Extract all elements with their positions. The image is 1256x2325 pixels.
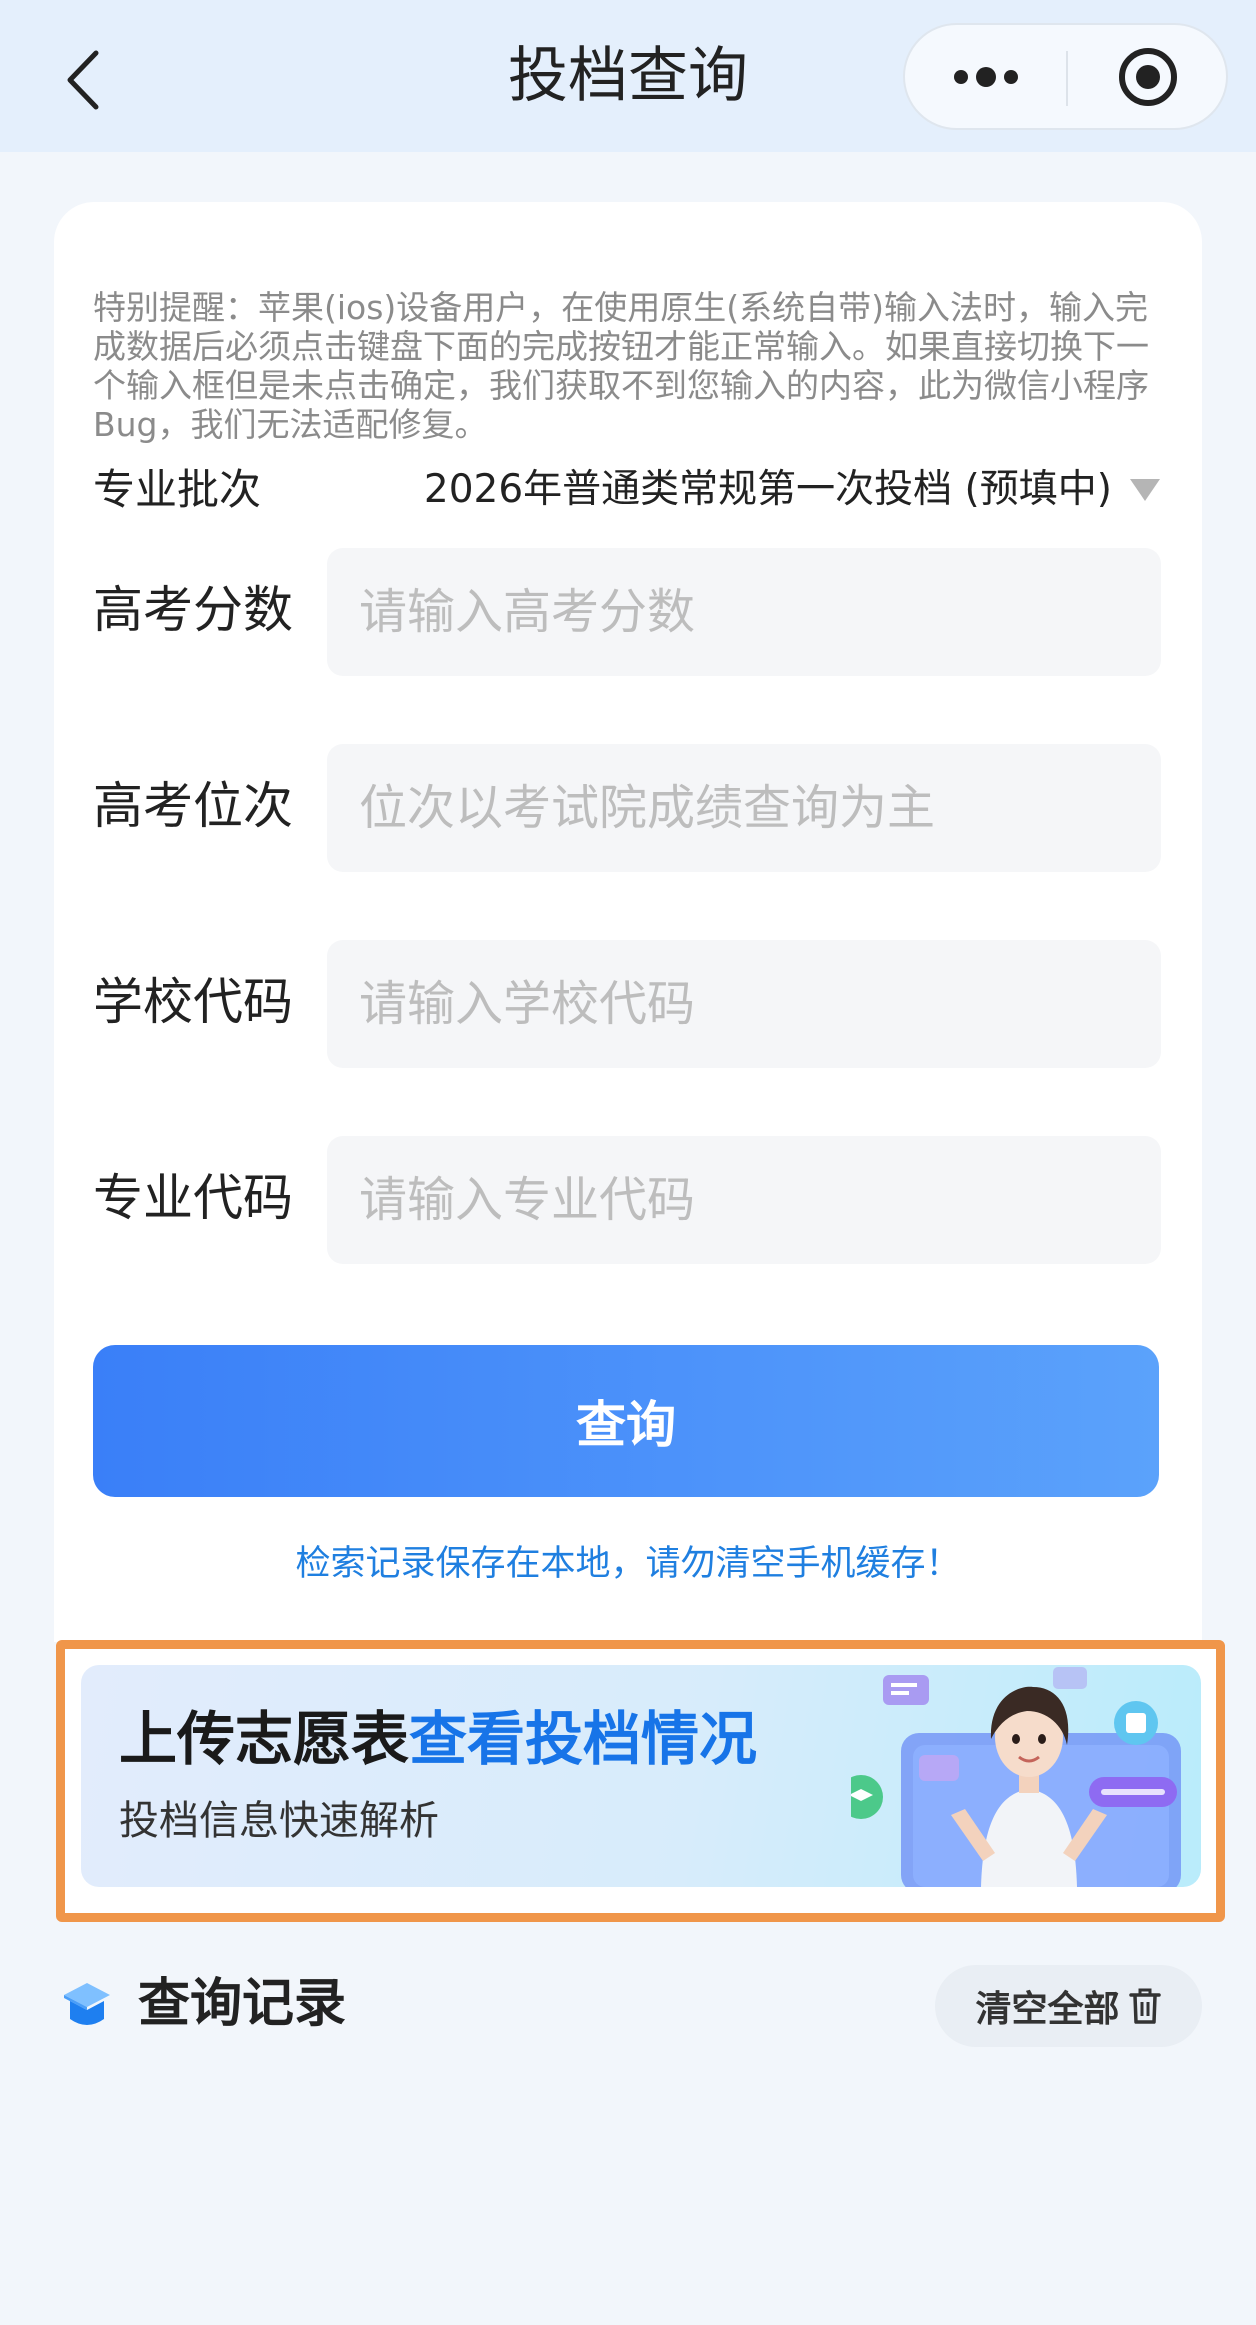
batch-label: 专业批次 [93,465,262,514]
batch-select[interactable]: 2026年普通类常规第一次投档 (预填中) [410,462,1160,518]
target-close-icon [1119,47,1177,106]
major-code-label: 专业代码 [93,1169,293,1227]
graduation-cap-icon [64,1983,110,2025]
upload-volunteer-banner[interactable]: 上传志愿表查看投档情况 投档信息快速解析 [81,1665,1201,1887]
banner-title: 上传志愿表查看投档情况 [119,1701,757,1777]
school-code-label: 学校代码 [93,973,293,1031]
rank-input[interactable] [327,744,1161,872]
school-code-input[interactable] [327,940,1161,1068]
major-code-input[interactable] [327,1136,1161,1264]
ios-input-notice: 特别提醒：苹果(ios)设备用户，在使用原生(系统自带)输入法时，输入完成数据后… [93,288,1149,444]
close-mini-program-button[interactable] [1068,25,1228,128]
banner-title-dark: 上传志愿表 [119,1705,410,1773]
caret-down-icon [1130,479,1160,501]
banner-title-blue: 查看投档情况 [409,1705,758,1773]
clear-all-label: 清空全部 [975,1989,1120,2030]
clear-all-button[interactable]: 清空全部 [935,1965,1202,2047]
local-storage-tip: 检索记录保存在本地，请勿清空手机缓存！ [295,1544,961,1584]
assistant-illustration [851,1667,1181,1887]
more-button[interactable] [905,25,1066,128]
score-input[interactable] [327,548,1161,676]
mini-program-capsule [903,23,1228,130]
nav-bar: 投档查询 [0,0,1256,152]
trash-icon [1128,1988,1161,2024]
query-records-title: 查询记录 [138,1974,347,2034]
banner-subtitle: 投档信息快速解析 [119,1798,439,1844]
batch-value: 2026年普通类常规第一次投档 (预填中) [423,467,1112,512]
rank-label: 高考位次 [93,777,293,835]
score-label: 高考分数 [93,581,293,639]
query-button[interactable]: 查询 [93,1345,1159,1497]
banner-highlight-frame: 上传志愿表查看投档情况 投档信息快速解析 [56,1640,1225,1922]
more-dots-icon [953,66,1018,87]
